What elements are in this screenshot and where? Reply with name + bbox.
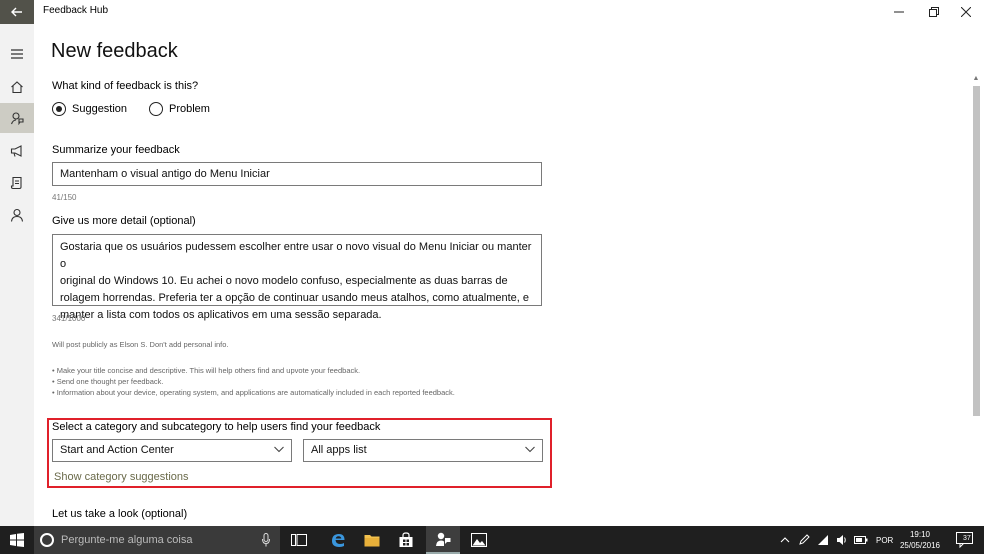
summary-label: Summarize your feedback	[52, 144, 180, 156]
chevron-up-icon[interactable]	[780, 536, 790, 544]
scroll-up-arrow[interactable]: ▲	[971, 75, 981, 85]
quest-icon	[10, 176, 22, 190]
rail-item-feedback[interactable]	[0, 103, 34, 133]
system-tray: POR	[780, 526, 893, 554]
radio-suggestion-label: Suggestion	[72, 103, 128, 115]
start-button[interactable]	[0, 526, 34, 554]
rail-item-announcements[interactable]	[0, 136, 34, 166]
detail-line: original do Windows 10. Eu achei o novo …	[60, 275, 508, 287]
store-icon	[399, 532, 413, 547]
rail-item-quests[interactable]	[0, 168, 34, 198]
feedback-hub-icon	[436, 532, 451, 546]
scrollbar-thumb[interactable]	[973, 86, 980, 416]
subcategory-select-value: All apps list	[311, 444, 367, 456]
microphone-icon[interactable]	[262, 533, 270, 547]
restore-icon	[929, 7, 939, 17]
back-button[interactable]	[0, 0, 34, 24]
radio-indicator[interactable]	[149, 102, 163, 116]
radio-suggestion[interactable]: Suggestion	[52, 101, 127, 117]
category-label: Select a category and subcategory to hel…	[52, 421, 381, 433]
megaphone-icon	[10, 145, 22, 157]
photos-button[interactable]	[462, 526, 496, 554]
file-explorer-icon	[364, 535, 380, 547]
app-title: Feedback Hub	[43, 5, 109, 16]
battery-icon[interactable]	[854, 535, 868, 545]
windows-logo-icon	[10, 533, 24, 547]
taskbar-search-placeholder: Pergunte-me alguma coisa	[61, 534, 193, 546]
language-indicator[interactable]: POR	[876, 536, 893, 545]
photos-icon	[471, 533, 487, 547]
chevron-down-icon	[274, 446, 284, 453]
feedback-icon	[10, 112, 24, 125]
title-bar: Feedback Hub	[0, 0, 984, 24]
edge-icon	[332, 534, 345, 547]
file-explorer-button[interactable]	[355, 526, 389, 554]
rail-item-menu[interactable]	[0, 39, 34, 69]
notification-count: 37	[963, 535, 971, 542]
category-select[interactable]: Start and Action Center	[52, 439, 292, 462]
store-button[interactable]	[389, 526, 423, 554]
look-label: Let us take a look (optional)	[52, 508, 188, 520]
taskbar-search-box[interactable]: Pergunte-me alguma coisa	[34, 526, 280, 554]
rail-item-home[interactable]	[0, 72, 34, 102]
clock-date: 25/05/2016	[899, 541, 941, 550]
person-icon	[10, 208, 24, 222]
category-select-value: Start and Action Center	[60, 444, 174, 456]
tip-item: • Information about your device, operati…	[52, 388, 455, 397]
summary-char-count: 41/150	[52, 193, 77, 202]
rail-item-profile[interactable]	[0, 200, 34, 230]
feedback-type-question: What kind of feedback is this?	[52, 80, 199, 92]
summary-input[interactable]: Mantenham o visual antigo do Menu Inicia…	[52, 162, 542, 186]
public-post-note: Will post publicly as Elson S. Don't add…	[52, 340, 229, 349]
detail-line: manter a lista com todos os aplicativos …	[60, 309, 382, 321]
cortana-icon	[40, 533, 54, 547]
taskbar-clock[interactable]: 19:10 25/05/2016	[893, 529, 947, 551]
feedback-hub-taskbar-button[interactable]	[426, 526, 460, 554]
show-category-suggestions-link[interactable]: Show category suggestions	[54, 471, 189, 483]
close-icon	[961, 7, 971, 17]
minimize-button[interactable]	[883, 0, 915, 24]
restore-button[interactable]	[918, 0, 950, 24]
pen-icon[interactable]	[798, 534, 810, 546]
minimize-icon	[894, 11, 904, 13]
detail-line: rolagem horrendas. Preferia ter a opção …	[60, 292, 529, 304]
network-icon[interactable]	[817, 534, 829, 546]
subcategory-select[interactable]: All apps list	[303, 439, 543, 462]
task-view-icon	[291, 534, 307, 546]
detail-char-count: 341/1000	[52, 314, 86, 323]
close-button[interactable]	[950, 0, 982, 24]
tip-item: • Make your title concise and descriptiv…	[52, 366, 361, 375]
clock-time: 19:10	[909, 530, 931, 539]
radio-problem-label: Problem	[169, 103, 210, 115]
detail-label: Give us more detail (optional)	[52, 215, 196, 227]
chevron-down-icon	[525, 446, 535, 453]
home-icon	[11, 81, 23, 94]
detail-line: Gostaria que os usuários pudessem escolh…	[60, 241, 532, 270]
page-title: New feedback	[51, 40, 178, 62]
back-arrow-icon	[11, 7, 22, 17]
task-view-button[interactable]	[282, 526, 316, 554]
radio-problem[interactable]: Problem	[149, 101, 210, 117]
detail-textarea[interactable]: Gostaria que os usuários pudessem escolh…	[52, 234, 542, 321]
edge-button[interactable]	[321, 526, 355, 554]
volume-icon[interactable]	[836, 534, 848, 546]
tip-item: • Send one thought per feedback.	[52, 377, 164, 386]
hamburger-icon	[11, 49, 23, 59]
taskbar: Pergunte-me alguma coisa POR 19:10 25/05…	[0, 526, 984, 554]
radio-indicator-selected[interactable]	[52, 102, 66, 116]
navigation-rail	[0, 24, 34, 526]
action-center-button[interactable]: 37	[956, 526, 976, 554]
